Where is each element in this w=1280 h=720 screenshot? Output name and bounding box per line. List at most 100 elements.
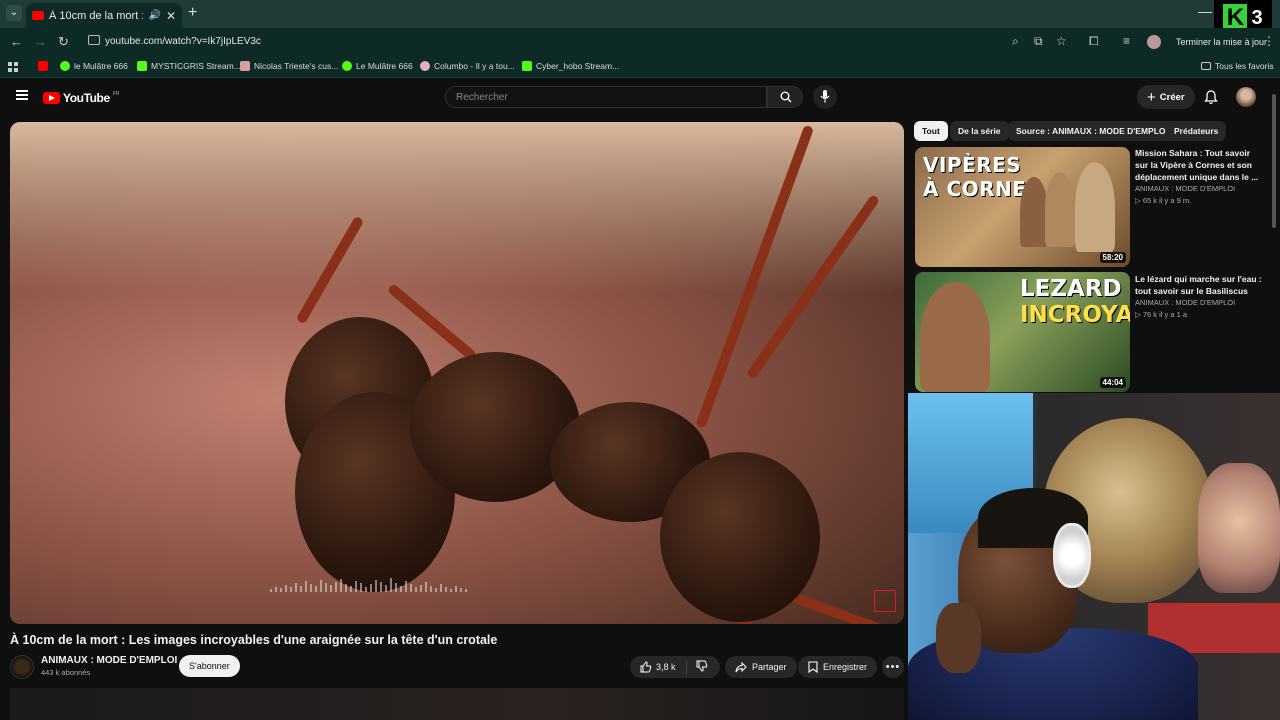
bookmark-label: Cyber_hobo Stream... [536, 61, 620, 71]
recommendation-meta: ▷ 65 k il y a 9 m. [1135, 196, 1192, 205]
thumbs-down-icon [696, 660, 707, 672]
extensions-icon[interactable]: ⧠ [1089, 34, 1099, 49]
recommendation-channel[interactable]: ANIMAUX : MODE D'EMPLOI [1135, 298, 1235, 307]
webcam-overlay [908, 393, 1280, 720]
more-actions-icon[interactable]: ••• [882, 656, 904, 678]
recommendation-stats: 65 k il y a 9 m. [1142, 196, 1192, 205]
webcam-face-poster [1198, 463, 1280, 593]
bookmark-star-icon[interactable]: ☆ [1056, 34, 1067, 48]
youtube-logo[interactable]: YouTube FR [43, 91, 119, 105]
reload-icon[interactable]: ↻ [58, 34, 69, 50]
thumbs-up-icon [640, 661, 652, 673]
recommendation-meta: ▷ 76 k il y a 1 a [1135, 310, 1188, 319]
like-count: 3,8 k [656, 662, 676, 672]
all-bookmarks[interactable]: Tous les favoris [1201, 61, 1274, 71]
thumbnail-person [1020, 177, 1048, 247]
zoom-icon[interactable]: ⌕ [1012, 34, 1019, 49]
bookmark-item[interactable]: Le Mulâtre 666 [342, 61, 413, 71]
bookmark-item[interactable]: Nicolas Trieste's cus... [240, 61, 338, 71]
bookmark-item[interactable]: MYSTICGRIS Stream... [137, 61, 241, 71]
apps-grid-icon[interactable] [8, 62, 18, 72]
video-duration: 58:20 [1099, 252, 1126, 263]
rumble-icon [342, 61, 352, 71]
bookmark-save-icon [808, 661, 818, 673]
bookmark-label: Columbo - Il y a tou... [434, 61, 515, 71]
chip-source[interactable]: Source : ANIMAUX : MODE D'EMPLOI [1008, 121, 1176, 141]
dislike-button[interactable] [687, 660, 717, 674]
kick-icon [522, 61, 532, 71]
speaker-icon[interactable]: 🔊 [148, 10, 160, 21]
bookmark-youtube[interactable] [38, 61, 48, 71]
recommendation-thumbnail[interactable]: LEZARD INCROYABLE 44:04 [915, 272, 1130, 392]
video-title: À 10cm de la mort : Les images incroyabl… [10, 633, 498, 647]
browser-menu-icon[interactable]: ⋮ [1263, 34, 1275, 48]
recommendation-title[interactable]: Le lézard qui marche sur l'eau : tout sa… [1135, 273, 1265, 297]
channel-watermark-icon[interactable] [874, 590, 896, 612]
forward-arrow-icon[interactable]: → [34, 34, 47, 49]
recommendation-channel[interactable]: ANIMAUX : MODE D'EMPLOI [1135, 184, 1235, 193]
bookmark-favicon-icon [420, 61, 430, 71]
channel-name[interactable]: ANIMAUX : MODE D'EMPLOI [41, 655, 177, 666]
folder-icon [1201, 62, 1211, 70]
bookmark-label: Nicolas Trieste's cus... [254, 61, 339, 71]
bookmark-item[interactable]: le Mulâtre 666 [60, 61, 128, 71]
search-button[interactable] [767, 86, 803, 108]
thumbnail-person [1075, 162, 1115, 252]
region-code: FR [112, 91, 120, 97]
account-avatar[interactable] [1236, 87, 1256, 107]
install-app-icon[interactable]: ⧉ [1034, 34, 1043, 49]
chip-series[interactable]: De la série [950, 121, 1009, 141]
create-button[interactable]: + Créer [1137, 85, 1195, 109]
bookmarks-bar: le Mulâtre 666 MYSTICGRIS Stream... Nico… [0, 56, 1280, 78]
kick-icon [137, 61, 147, 71]
site-info-icon[interactable] [88, 35, 100, 45]
search-input[interactable] [446, 87, 766, 108]
active-tab[interactable]: À 10cm de la mort : Les ima 🔊 ✕ [26, 3, 182, 28]
save-button[interactable]: Enregistrer [798, 656, 878, 678]
share-arrow-icon [735, 661, 747, 672]
all-bookmarks-label: Tous les favoris [1215, 61, 1274, 71]
like-dislike-group: 3,8 k [630, 656, 720, 678]
microphone-icon [820, 90, 830, 103]
thumbnail-text-line1: VIPÈRES [923, 153, 1022, 177]
close-tab-icon[interactable]: ✕ [166, 9, 176, 23]
search-box [445, 86, 767, 108]
recommendation-thumbnail[interactable]: VIPÈRES À CORNES 58:20 [915, 147, 1130, 267]
thumbnail-person [920, 282, 990, 392]
chip-predators[interactable]: Prédateurs [1166, 121, 1227, 141]
browser-tab-bar: ⌄ À 10cm de la mort : Les ima 🔊 ✕ + — [0, 0, 1280, 28]
headset-icon [1053, 523, 1091, 588]
channel-avatar[interactable] [10, 655, 34, 679]
search-icon [780, 91, 792, 103]
voice-search-button[interactable] [813, 85, 837, 109]
share-button[interactable]: Partager [725, 656, 797, 678]
update-button[interactable]: Terminer la mise à jour [1170, 32, 1273, 52]
bookmark-label: Le Mulâtre 666 [356, 61, 413, 71]
page-scrollbar[interactable] [1272, 94, 1276, 228]
recommendation-title[interactable]: Mission Sahara : Tout savoir sur la Vipè… [1135, 147, 1265, 183]
profile-avatar-icon[interactable] [1147, 35, 1161, 49]
tab-search-icon[interactable]: ⌄ [6, 5, 22, 21]
thumbnail-person [1045, 172, 1075, 247]
bookmark-item[interactable]: Columbo - Il y a tou... [420, 61, 515, 71]
like-button[interactable]: 3,8 k [630, 660, 687, 674]
video-player[interactable] [10, 122, 904, 624]
description-area-preview [10, 688, 904, 720]
subscribe-button[interactable]: S'abonner [179, 655, 240, 677]
url-text[interactable]: youtube.com/watch?v=Ik7jIpLEV3c [105, 36, 261, 47]
minimize-window-icon[interactable]: — [1198, 3, 1212, 19]
streamer [908, 488, 1198, 720]
thumbnail-text-line2: INCROYABLE [1020, 302, 1130, 328]
new-tab-icon[interactable]: + [188, 4, 197, 22]
bookmark-label: MYSTICGRIS Stream... [151, 61, 241, 71]
plus-icon: + [1147, 88, 1156, 106]
bookmark-favicon-icon [240, 61, 250, 71]
menu-hamburger-icon[interactable] [16, 90, 28, 100]
chip-all[interactable]: Tout [914, 121, 948, 141]
back-arrow-icon[interactable]: ← [10, 34, 23, 49]
youtube-logo-text: YouTube [63, 91, 110, 105]
media-controls-icon[interactable]: ≡ [1123, 34, 1130, 48]
thumbnail-text-line1: LEZARD [1020, 276, 1122, 302]
bookmark-item[interactable]: Cyber_hobo Stream... [522, 61, 619, 71]
notifications-bell-icon[interactable] [1204, 90, 1218, 105]
